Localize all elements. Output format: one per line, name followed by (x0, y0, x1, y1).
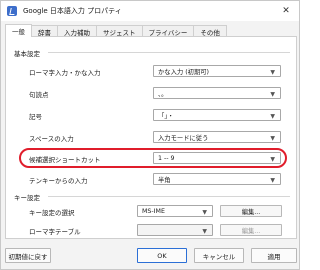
keymap-label: キー設定の選択 (29, 209, 75, 217)
keymap-value: MS-IME (142, 207, 165, 215)
space-input-select[interactable]: 入力モードに従う ▼ (153, 131, 281, 143)
tab-general[interactable]: 一般 (5, 24, 32, 37)
window-title: Google 日本語入力 プロパティ (23, 7, 122, 15)
basic-settings-header: 基本設定 (14, 50, 40, 58)
space-input-label: スペースの入力 (29, 135, 74, 143)
romaji-table-edit-button[interactable]: 編集... (220, 224, 282, 236)
punctuation-select[interactable]: 、。 ▼ (153, 87, 281, 99)
chevron-down-icon: ▼ (202, 228, 207, 235)
keymap-edit-button[interactable]: 編集... (220, 205, 282, 217)
section-divider (48, 196, 290, 197)
tenkey-input-label: テンキーからの入力 (29, 177, 88, 185)
romaji-table-select[interactable]: ▼ (137, 224, 213, 236)
chevron-down-icon: ▼ (202, 209, 207, 216)
keymap-select[interactable]: MS-IME ▼ (137, 205, 213, 217)
ok-button[interactable]: OK (137, 248, 187, 263)
symbol-select[interactable]: 「」・ ▼ (153, 109, 281, 121)
romaji-input-value: かな入力 (初期可) (158, 68, 209, 76)
chevron-down-icon: ▼ (270, 135, 275, 142)
punctuation-value: 、。 (158, 90, 168, 98)
chevron-down-icon: ▼ (270, 177, 275, 184)
chevron-down-icon: ▼ (270, 91, 275, 98)
chevron-down-icon: ▼ (270, 113, 275, 120)
chevron-down-icon: ▼ (270, 69, 275, 76)
reset-defaults-button[interactable]: 初期値に戻す (5, 248, 51, 263)
space-input-value: 入力モードに従う (158, 134, 209, 142)
cancel-button[interactable]: キャンセル (194, 248, 244, 263)
title-bar: Google 日本語入力 プロパティ ✕ (1, 1, 299, 21)
symbol-label: 記号 (29, 113, 42, 121)
apply-button[interactable]: 適用 (251, 248, 297, 263)
app-icon (7, 6, 17, 16)
romaji-table-label: ローマ字テーブル (29, 228, 81, 236)
section-divider (48, 52, 290, 53)
general-panel: 基本設定 ローマ字入力・かな入力 かな入力 (初期可) ▼ 句読点 、。 ▼ 記… (5, 36, 297, 239)
properties-window: Google 日本語入力 プロパティ ✕ 一般 辞書 入力補助 サジェスト プラ… (0, 0, 300, 270)
key-settings-header: キー設定 (14, 194, 40, 202)
punctuation-label: 句読点 (29, 91, 49, 99)
close-icon[interactable]: ✕ (275, 2, 297, 20)
tenkey-input-select[interactable]: 半角 ▼ (153, 173, 281, 185)
highlight-annotation (19, 148, 287, 168)
romaji-input-select[interactable]: かな入力 (初期可) ▼ (153, 65, 281, 77)
tenkey-input-value: 半角 (158, 176, 171, 184)
symbol-value: 「」・ (158, 112, 174, 120)
romaji-input-label: ローマ字入力・かな入力 (29, 69, 101, 77)
